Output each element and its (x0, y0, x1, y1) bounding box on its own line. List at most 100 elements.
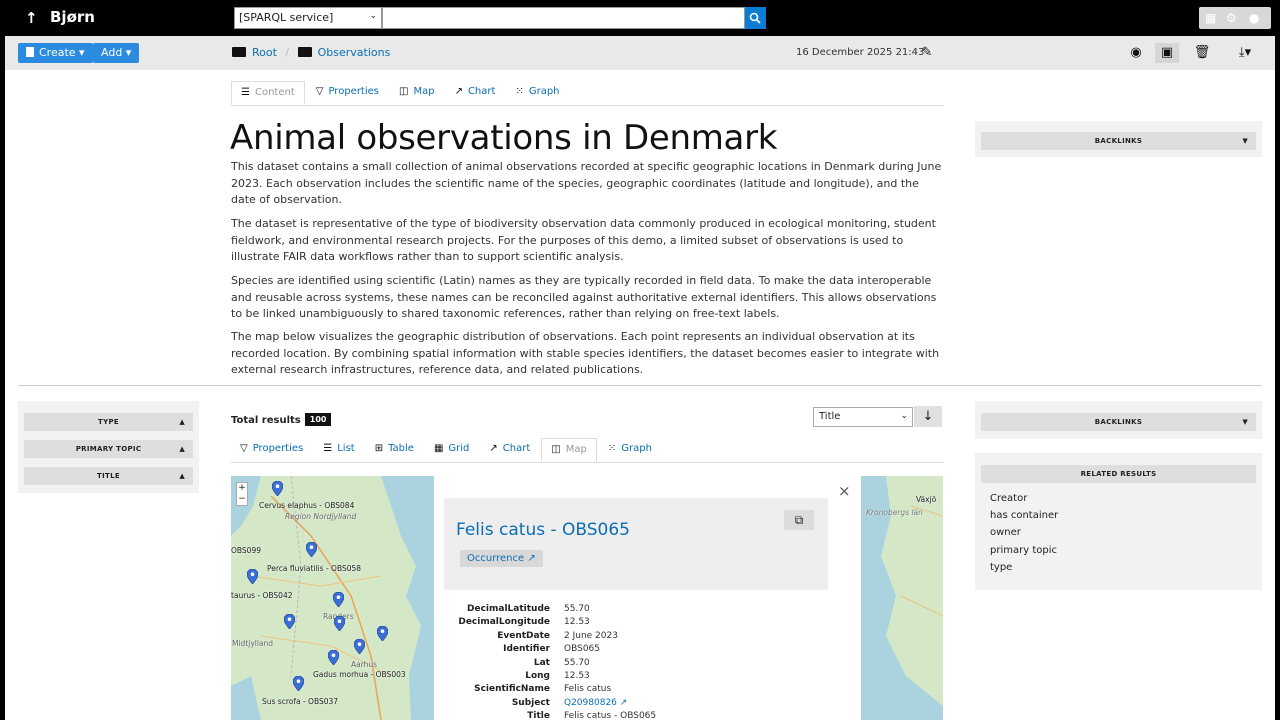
map-label: Växjö (916, 495, 937, 504)
results-tab-chart[interactable]: ↗ Chart (480, 438, 539, 462)
search-button[interactable] (745, 7, 766, 29)
map-marker-icon[interactable] (272, 481, 283, 496)
map-marker-icon[interactable] (284, 614, 295, 629)
edit-pencil-icon[interactable]: ✎ (915, 43, 939, 63)
facet-primary-topic[interactable]: PRIMARY TOPIC ▲ (24, 440, 193, 458)
download-icon[interactable]: ⤓▾ (1230, 43, 1260, 63)
breadcrumb-observations[interactable]: Observations (318, 46, 391, 59)
arrow-down-icon: ↓ (922, 409, 934, 424)
results-tab-map[interactable]: ◫ Map (541, 438, 597, 462)
observations-map[interactable]: + − Cervus elaphus - OBS084 Region Nordj… (231, 476, 434, 720)
tab-chart[interactable]: ↗ Chart (446, 81, 505, 105)
facet-label: TITLE (97, 472, 120, 480)
chevron-down-icon: ⌄ (900, 411, 908, 421)
tab-label: Properties (328, 86, 379, 97)
map-marker-icon[interactable] (247, 569, 258, 584)
map-label: Cervus elaphus - OBS084 (259, 501, 355, 510)
property-key: ScientificName (474, 684, 550, 695)
results-tab-list[interactable]: ☰ List (314, 438, 363, 462)
app-brand[interactable]: Bjørn (50, 8, 95, 26)
map-marker-icon[interactable] (354, 639, 365, 654)
view-eye-icon[interactable]: ◉ (1124, 43, 1148, 63)
breadcrumb-root[interactable]: Root (252, 46, 277, 59)
backlinks-panel-top: BACKLINKS ▼ (975, 121, 1262, 157)
map-marker-icon[interactable] (333, 592, 344, 607)
chevron-down-icon: ⌄ (369, 11, 377, 21)
related-item[interactable]: type (990, 562, 1012, 573)
property-value: 12.53 (564, 617, 590, 628)
observations-map-right[interactable]: Växjö Kronobergs län (861, 476, 943, 720)
apps-grid-icon[interactable]: ▦ (1205, 11, 1216, 25)
related-item[interactable]: primary topic (990, 545, 1057, 556)
close-popup-icon[interactable]: × (838, 482, 851, 500)
related-results-panel: RELATED RESULTS (975, 453, 1262, 590)
add-button[interactable]: Add ▾ (93, 43, 140, 63)
facet-label: PRIMARY TOPIC (75, 445, 142, 453)
paragraph-species: Species are identified using scientific … (231, 274, 937, 321)
gear-icon[interactable]: ⚙ (1226, 11, 1237, 25)
service-select[interactable]: [SPARQL service] ⌄ (234, 7, 382, 29)
sort-direction-button[interactable]: ↓ (914, 406, 942, 427)
sort-select[interactable]: Title ⌄ (813, 407, 913, 427)
facet-title[interactable]: TITLE ▲ (24, 467, 193, 485)
caret-up-icon: ▲ (179, 472, 185, 480)
search-input[interactable] (382, 7, 745, 29)
popup-title-link[interactable]: Felis catus - OBS065 (456, 520, 630, 540)
tab-graph[interactable]: ⁙ Graph (506, 81, 568, 105)
list-icon: ☰ (323, 443, 333, 454)
results-tab-grid[interactable]: ▦ Grid (425, 438, 478, 462)
map-label: Sus scrofa - OBS037 (262, 697, 339, 706)
property-value: 2 June 2023 (564, 630, 618, 641)
tab-content[interactable]: ☰ Content (231, 81, 305, 105)
paragraph-map: The map below visualizes the geographic … (231, 330, 940, 377)
zoom-out-button[interactable]: − (237, 494, 247, 505)
related-item[interactable]: owner (990, 527, 1021, 538)
results-tab-graph[interactable]: ⁙ Graph (599, 438, 661, 462)
facet-label: TYPE (98, 418, 119, 426)
backlinks-header[interactable]: BACKLINKS ▼ (981, 132, 1256, 150)
delete-trash-icon[interactable]: 🗑 (1190, 43, 1214, 63)
graph-icon: ⁙ (607, 443, 617, 454)
map-label: taurus - OBS042 (231, 591, 293, 600)
map-marker-icon[interactable] (334, 616, 345, 631)
create-button[interactable]: Create ▾ (18, 43, 93, 63)
tab-label: Map (565, 444, 587, 455)
tab-properties[interactable]: ▽ Properties (307, 81, 388, 105)
property-value: 55.70 (564, 657, 590, 668)
property-value: OBS065 (564, 644, 600, 655)
results-tab-properties[interactable]: ▽ Properties (231, 438, 312, 462)
breadcrumb: Root / Observations (232, 46, 390, 59)
map-label: OBS099 (231, 546, 261, 555)
zoom-in-button[interactable]: + (237, 483, 247, 494)
filter-icon: ▽ (315, 86, 324, 97)
filter-icon: ▽ (240, 443, 248, 454)
up-arrow-icon[interactable]: ↑ (25, 9, 38, 27)
map-label: Kronobergs län (866, 508, 923, 517)
related-item[interactable]: Creator (990, 493, 1027, 504)
tab-map[interactable]: ◫ Map (390, 81, 444, 105)
map-marker-icon[interactable] (293, 676, 304, 691)
occurrence-type-link[interactable]: Occurrence ↗ (460, 550, 543, 567)
folder-icon (232, 47, 246, 57)
map-marker-icon[interactable] (306, 542, 317, 557)
related-item[interactable]: has container (990, 510, 1058, 521)
facets-panel: TYPE ▲ PRIMARY TOPIC ▲ TITLE ▲ (18, 401, 199, 493)
user-account-icon[interactable]: ● (1249, 11, 1259, 25)
facet-type[interactable]: TYPE ▲ (24, 413, 193, 431)
map-marker-icon[interactable] (377, 626, 388, 641)
user-tools: ▦ ⚙ ● (1199, 7, 1271, 29)
map-label: Gadus morhua - OBS003 (313, 670, 406, 679)
save-icon[interactable]: ▣ (1155, 43, 1179, 63)
related-results-header: RELATED RESULTS (981, 465, 1256, 483)
results-tab-table[interactable]: ⊞ Table (366, 438, 423, 462)
copy-icon[interactable]: ⧉ (784, 510, 814, 530)
document-icon: ☰ (241, 87, 250, 98)
property-key: EventDate (497, 630, 550, 641)
left-frame (0, 36, 5, 720)
backlinks-header[interactable]: BACKLINKS ▼ (981, 413, 1256, 431)
property-key: Long (525, 671, 550, 681)
map-label: Midtjylland (232, 639, 274, 648)
backlinks-header-label: BACKLINKS (1094, 137, 1143, 145)
subject-link[interactable]: Q20980826 ↗ (564, 697, 627, 710)
map-marker-icon[interactable] (328, 650, 339, 665)
